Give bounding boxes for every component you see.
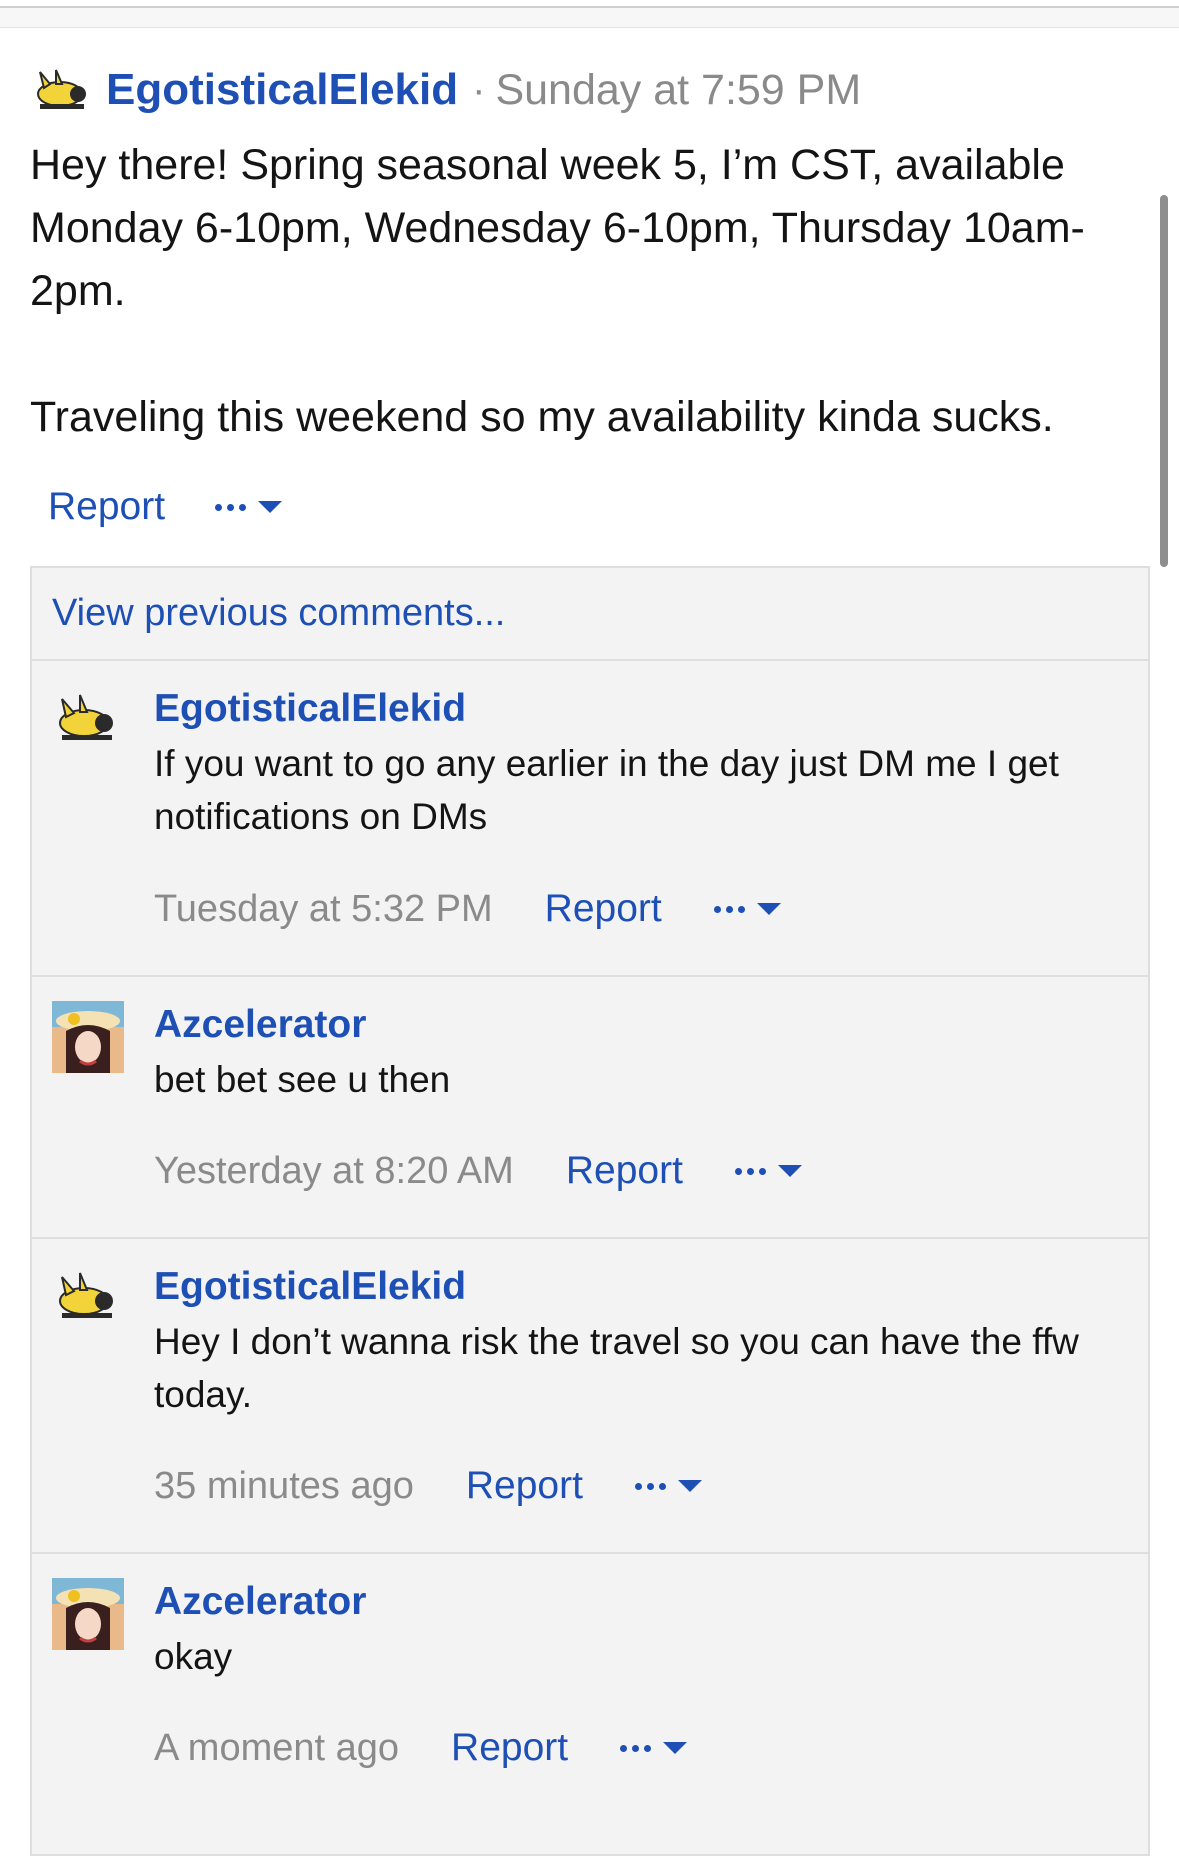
comment-author-link[interactable]: Azcelerator [154,1574,1128,1630]
more-menu-button[interactable] [713,903,781,915]
comment-meta: Tuesday at 5:32 PM Report [154,887,781,931]
separator: · [472,67,486,112]
more-dots-icon [620,1744,652,1752]
comment-text: Hey I don’t wanna risk the travel so you… [154,1321,1079,1415]
elekid-avatar[interactable] [30,66,94,114]
elekid-avatar[interactable] [52,1263,124,1335]
post-actions: Report [48,485,283,529]
report-link[interactable]: Report [545,887,662,931]
post-body-paragraph: Hey there! Spring seasonal week 5, I’m C… [30,141,1085,315]
caret-down-icon [677,1480,702,1492]
post-body: Hey there! Spring seasonal week 5, I’m C… [30,134,1150,449]
comment-content: Azcelerator bet bet see u then [154,997,1128,1106]
comment-time[interactable]: A moment ago [154,1727,399,1770]
comment-time[interactable]: Yesterday at 8:20 AM [154,1150,514,1193]
post-header: EgotisticalElekid · Sunday at 7:59 PM [30,58,1150,122]
caret-down-icon [777,1165,802,1177]
report-link[interactable]: Report [451,1726,568,1770]
more-menu-button[interactable] [734,1165,802,1177]
comment-content: EgotisticalElekid Hey I don’t wanna risk… [154,1259,1128,1421]
comment-author-link[interactable]: EgotisticalElekid [154,681,1128,737]
azcelerator-avatar[interactable] [52,1578,124,1650]
comment: Azcelerator okay A moment ago Report [32,1554,1148,1854]
comment: Azcelerator bet bet see u then Yesterday… [32,977,1148,1239]
scrollbar[interactable] [1160,195,1168,567]
comment-author-link[interactable]: EgotisticalElekid [154,1259,1128,1315]
comment-text: If you want to go any earlier in the day… [154,743,1059,837]
caret-down-icon [258,501,283,513]
post-body-paragraph: Traveling this weekend so my availabilit… [30,393,1054,441]
comment-content: EgotisticalElekid If you want to go any … [154,681,1128,843]
more-menu-button[interactable] [634,1480,702,1492]
top-divider [0,6,1179,28]
view-previous-comments-link[interactable]: View previous comments... [32,568,1148,661]
comment-time[interactable]: Tuesday at 5:32 PM [154,888,493,931]
comment: EgotisticalElekid If you want to go any … [32,661,1148,977]
more-menu-button[interactable] [215,501,283,513]
report-link[interactable]: Report [466,1464,583,1508]
comment-author-link[interactable]: Azcelerator [154,997,1128,1053]
post: EgotisticalElekid · Sunday at 7:59 PM He… [30,58,1150,449]
elekid-avatar[interactable] [52,685,124,757]
comment-content: Azcelerator okay [154,1574,1128,1683]
comment: EgotisticalElekid Hey I don’t wanna risk… [32,1239,1148,1554]
more-menu-button[interactable] [620,1742,688,1754]
comment-meta: A moment ago Report [154,1726,688,1770]
more-dots-icon [713,905,745,913]
comment-time[interactable]: 35 minutes ago [154,1465,414,1508]
post-date[interactable]: Sunday at 7:59 PM [495,66,861,115]
caret-down-icon [663,1742,688,1754]
more-dots-icon [634,1482,666,1490]
comment-meta: 35 minutes ago Report [154,1464,702,1508]
more-dots-icon [734,1167,766,1175]
azcelerator-avatar[interactable] [52,1001,124,1073]
comment-text: bet bet see u then [154,1059,451,1100]
post-author-link[interactable]: EgotisticalElekid [106,65,458,115]
report-link[interactable]: Report [566,1149,683,1193]
caret-down-icon [756,903,781,915]
comments-section: View previous comments... EgotisticalEle… [30,566,1150,1856]
comment-text: okay [154,1636,233,1677]
comment-meta: Yesterday at 8:20 AM Report [154,1149,802,1193]
more-dots-icon [215,503,247,511]
report-link[interactable]: Report [48,485,165,529]
